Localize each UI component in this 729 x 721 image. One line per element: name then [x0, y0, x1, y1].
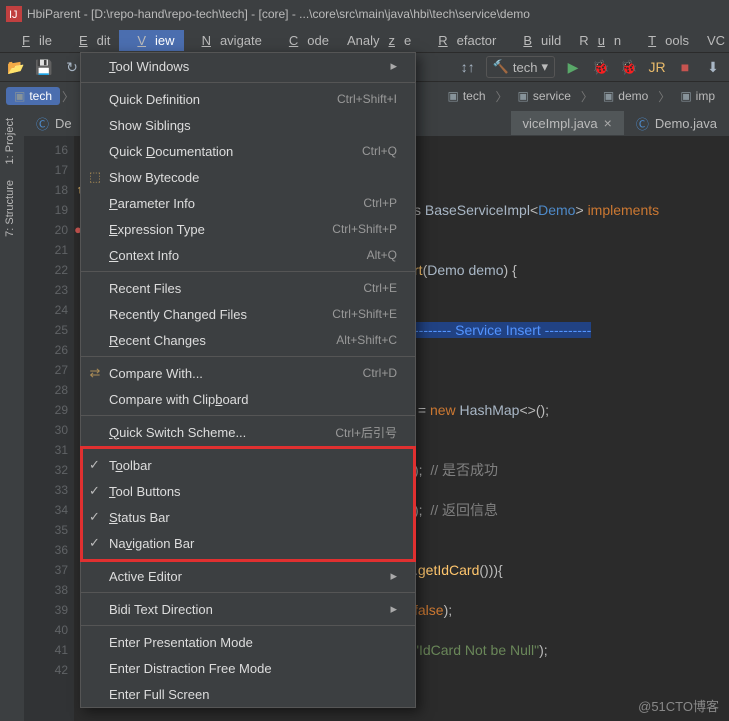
menu-refactor[interactable]: Refactor	[420, 30, 505, 51]
svg-text:IJ: IJ	[9, 9, 18, 21]
run-config-selector[interactable]: 🔨 tech ▾	[486, 56, 555, 78]
check-icon: ✓	[89, 509, 100, 525]
refresh-icon[interactable]: ↻	[62, 57, 82, 77]
tab-label: De	[55, 116, 72, 131]
mi-context-info[interactable]: Context InfoAlt+Q	[81, 242, 415, 268]
title-app: HbiParent	[27, 7, 80, 21]
menu-analyze[interactable]: Analyze	[338, 30, 420, 51]
breadcrumb-label: imp	[696, 89, 715, 103]
breadcrumb-item[interactable]: ▣ imp	[672, 87, 723, 105]
mi-recent-changed-files[interactable]: Recently Changed FilesCtrl+Shift+E	[81, 301, 415, 327]
menu-code[interactable]: Code	[271, 30, 338, 51]
mi-recent-files[interactable]: Recent FilesCtrl+E	[81, 275, 415, 301]
mi-tool-buttons[interactable]: ✓Tool Buttons	[81, 478, 415, 504]
breadcrumb-label: service	[533, 89, 571, 103]
editor-tab[interactable]: Ⓒ Demo.java	[624, 110, 729, 137]
check-icon: ✓	[89, 483, 100, 499]
open-icon[interactable]: 📂	[6, 57, 26, 77]
menu-file[interactable]: File	[4, 30, 61, 51]
folder-icon: ▣	[603, 89, 614, 103]
breadcrumb-item[interactable]: ▣ demo	[595, 87, 656, 105]
mi-nav-bar[interactable]: ✓Navigation Bar	[81, 530, 415, 556]
class-icon: Ⓒ	[636, 114, 649, 133]
mi-bidi[interactable]: Bidi Text Direction▸	[81, 596, 415, 622]
breadcrumb-item[interactable]: ▣ service	[510, 87, 579, 105]
mi-compare-clipboard[interactable]: Compare with Clipboard	[81, 386, 415, 412]
profile-icon[interactable]: JR	[647, 57, 667, 77]
bytecode-icon: ⬚	[87, 169, 103, 185]
tool-tab-structure[interactable]: 7: Structure	[0, 172, 20, 245]
mi-tool-windows[interactable]: Tool Windows▸	[81, 53, 415, 79]
left-tool-window-bar: 1: Project 7: Structure	[0, 110, 24, 721]
view-menu-popup: Tool Windows▸ Quick DefinitionCtrl+Shift…	[80, 52, 416, 708]
debug-icon[interactable]: 🐞	[591, 57, 611, 77]
menu-vcs[interactable]: VCS	[698, 30, 729, 51]
editor-tab[interactable]: Ⓒ De	[24, 110, 84, 137]
folder-icon: ▣	[14, 89, 25, 103]
menu-build[interactable]: Build	[505, 30, 570, 51]
editor-tab[interactable]: viceImpl.java ×	[511, 111, 624, 135]
title-module: [core]	[258, 7, 288, 21]
compare-icon: ⇄	[87, 365, 103, 381]
coverage-icon[interactable]: 🐞	[619, 57, 639, 77]
sync-icon[interactable]: ↕↑	[458, 57, 478, 77]
watermark: @51CTO博客	[638, 696, 719, 715]
title-path: [D:\repo-hand\repo-tech\tech]	[91, 7, 248, 21]
hammer-icon: 🔨	[493, 59, 509, 75]
mi-status-bar[interactable]: ✓Status Bar	[81, 504, 415, 530]
gutter[interactable]: 16171819 20212223 24252627 28293031 3233…	[24, 136, 74, 721]
save-icon[interactable]: 💾	[34, 57, 54, 77]
folder-icon: ▣	[680, 89, 691, 103]
menu-tools[interactable]: Tools	[630, 30, 698, 51]
title-bar: IJ HbiParent - [D:\repo-hand\repo-tech\t…	[0, 0, 729, 28]
mi-quick-doc[interactable]: Quick DocumentationCtrl+Q	[81, 138, 415, 164]
mi-quick-switch[interactable]: Quick Switch Scheme...Ctrl+后引号	[81, 419, 415, 445]
mi-distraction-free[interactable]: Enter Distraction Free Mode	[81, 655, 415, 681]
mi-compare-with[interactable]: ⇄Compare With...Ctrl+D	[81, 360, 415, 386]
mi-full-screen[interactable]: Enter Full Screen	[81, 681, 415, 707]
mi-quick-definition[interactable]: Quick DefinitionCtrl+Shift+I	[81, 86, 415, 112]
breadcrumb-label: tech	[29, 89, 52, 103]
menu-view[interactable]: View	[119, 30, 183, 51]
menu-run[interactable]: Run	[570, 30, 630, 51]
run-config-label: tech	[513, 60, 538, 75]
chevron-down-icon: ▾	[541, 59, 548, 75]
tool-tab-project[interactable]: 1: Project	[0, 110, 20, 172]
mi-presentation[interactable]: Enter Presentation Mode	[81, 629, 415, 655]
mi-show-bytecode[interactable]: ⬚Show Bytecode	[81, 164, 415, 190]
vcs-icon[interactable]: ⬇	[703, 57, 723, 77]
folder-icon: ▣	[518, 89, 529, 103]
check-icon: ✓	[89, 535, 100, 551]
menu-edit[interactable]: Edit	[61, 30, 119, 51]
breadcrumb-item[interactable]: ▣ tech	[440, 87, 494, 105]
mi-active-editor[interactable]: Active Editor▸	[81, 563, 415, 589]
tab-label: Demo.java	[655, 116, 717, 131]
breadcrumb-root[interactable]: ▣ tech	[6, 87, 60, 105]
folder-icon: ▣	[448, 89, 459, 103]
mi-param-info[interactable]: Parameter InfoCtrl+P	[81, 190, 415, 216]
mi-expr-type[interactable]: Expression TypeCtrl+Shift+P	[81, 216, 415, 242]
class-icon: Ⓒ	[36, 114, 49, 133]
title-file: ...\core\src\main\java\hbi\tech\service\…	[299, 7, 530, 21]
mi-toolbar[interactable]: ✓Toolbar	[81, 452, 415, 478]
run-icon[interactable]: ▶	[563, 57, 583, 77]
mi-recent-changes[interactable]: Recent ChangesAlt+Shift+C	[81, 327, 415, 353]
breadcrumb-label: tech	[463, 89, 486, 103]
close-icon[interactable]: ×	[604, 115, 612, 131]
stop-icon[interactable]: ■	[675, 57, 695, 77]
app-icon: IJ	[6, 6, 22, 22]
menu-navigate[interactable]: Navigate	[184, 30, 271, 51]
menu-bar[interactable]: File Edit View Navigate Code Analyze Ref…	[0, 28, 729, 52]
tab-label: viceImpl.java	[523, 116, 598, 131]
breadcrumb-label: demo	[618, 89, 648, 103]
check-icon: ✓	[89, 457, 100, 473]
mi-show-siblings[interactable]: Show Siblings	[81, 112, 415, 138]
